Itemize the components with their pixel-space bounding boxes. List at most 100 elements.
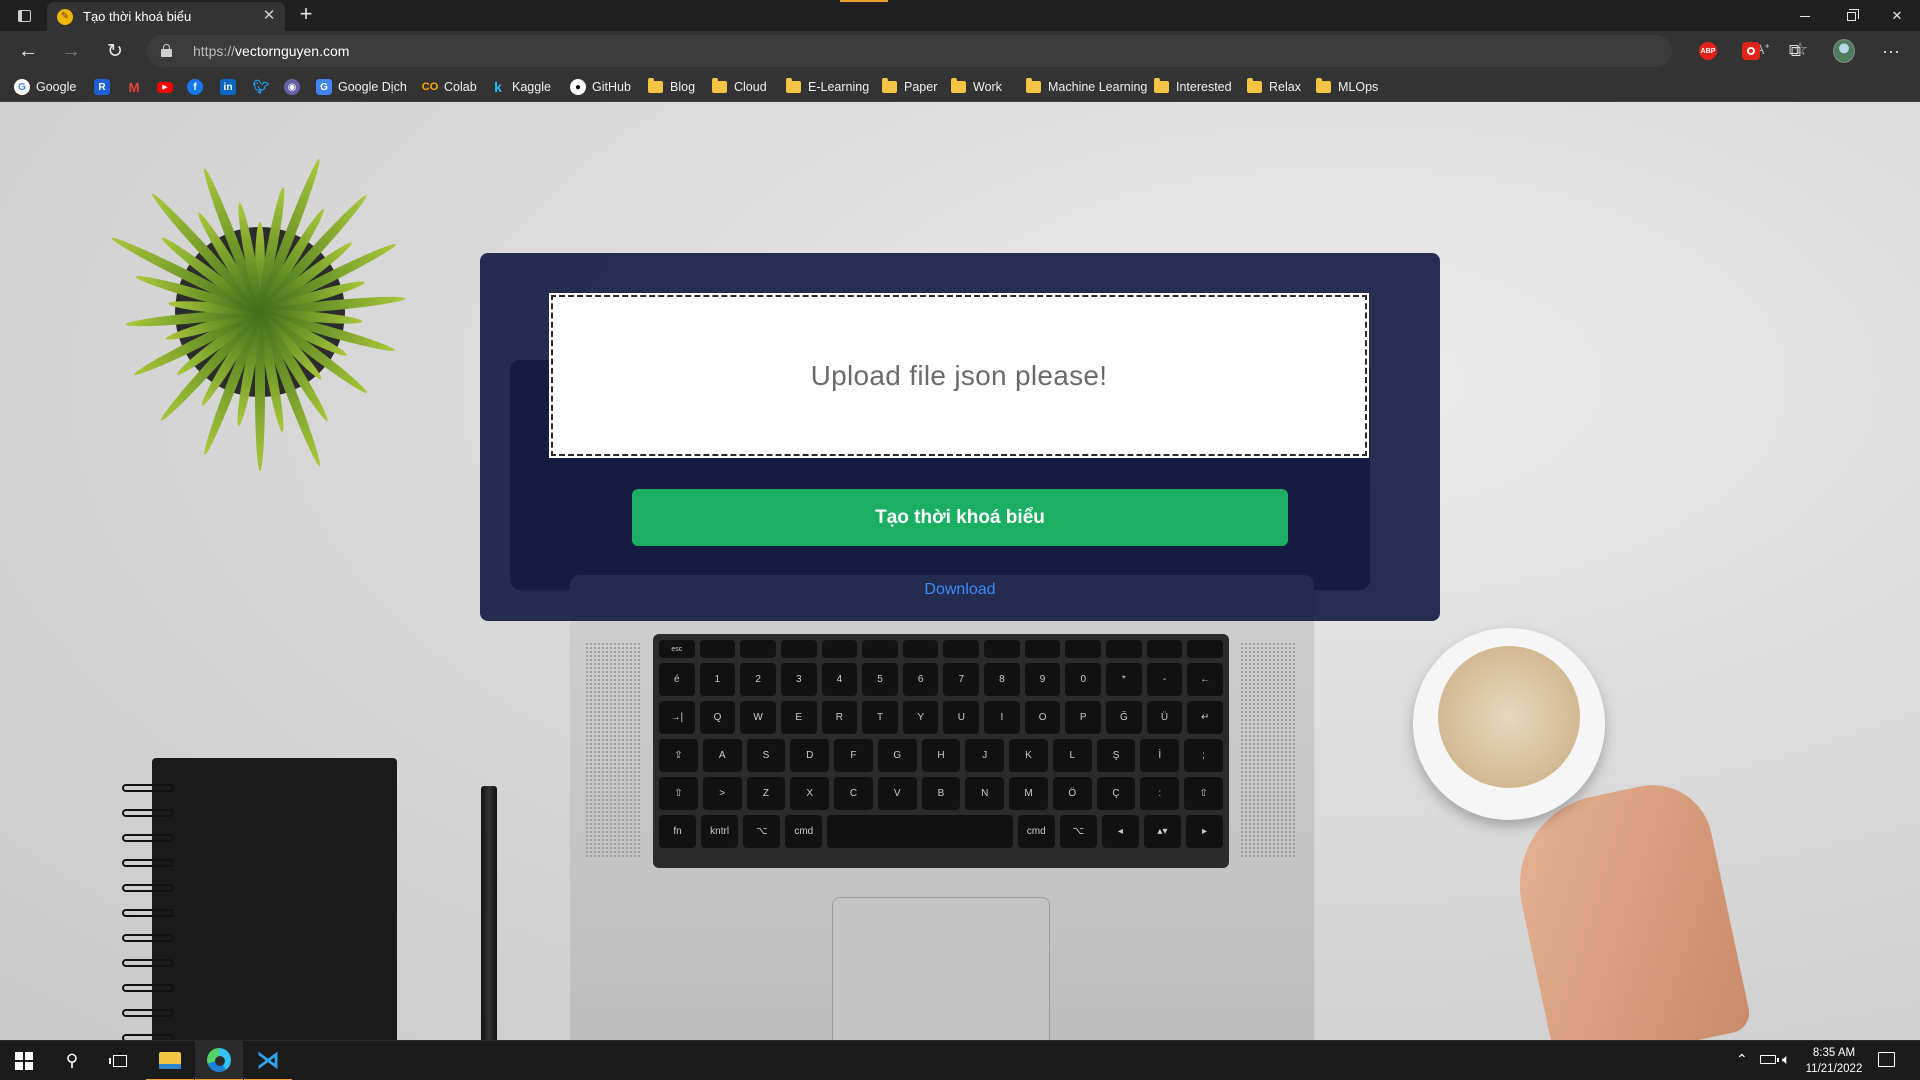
bookmark-messenger[interactable]: ◉	[284, 77, 306, 97]
bookmark-gmail[interactable]: M	[126, 77, 148, 97]
keyboard-row: →| Q W E R T Y U I O P Ğ Ü ↵	[659, 701, 1223, 734]
url-text[interactable]: https://vectornguyen.com	[193, 43, 349, 59]
keyboard-key: G	[877, 739, 917, 772]
keyboard-key: P	[1065, 701, 1102, 734]
start-button[interactable]	[0, 1041, 48, 1080]
keyboard-key	[1187, 640, 1223, 658]
keyboard-key: F	[834, 739, 873, 772]
bookmark-label: Machine Learning	[1048, 80, 1148, 94]
file-explorer-button[interactable]	[146, 1041, 194, 1080]
close-window-button[interactable]: ✕	[1874, 2, 1920, 30]
minimize-button[interactable]	[1782, 2, 1828, 30]
keyboard-key: 1	[699, 663, 736, 696]
bookmark-relax[interactable]: Relax	[1247, 77, 1301, 97]
bookmark-label: Relax	[1269, 80, 1301, 94]
bookmark-cloud[interactable]: Cloud	[712, 77, 767, 97]
folder-icon	[786, 78, 801, 93]
bookmark-work[interactable]: Work	[951, 77, 1002, 97]
edge-button[interactable]	[195, 1041, 243, 1080]
keyboard-key: ⇧	[1184, 777, 1223, 810]
keyboard-row: ⇪ A S D F G H J K L Ş İ;	[659, 739, 1223, 772]
bookmark-linkedin[interactable]: in	[220, 77, 242, 97]
bookmark-interested[interactable]: Interested	[1154, 77, 1232, 97]
url-host: vectornguyen.com	[235, 43, 350, 59]
folder-icon	[1026, 78, 1041, 93]
bookmark-paper[interactable]: Paper	[882, 77, 937, 97]
bookmark-github[interactable]: ● GitHub	[570, 77, 631, 97]
reload-button[interactable]: ↻	[100, 37, 130, 65]
tab-actions-icon	[17, 10, 31, 22]
notebook-ring	[122, 959, 174, 967]
new-tab-button[interactable]: +	[294, 3, 318, 27]
keyboard-key: cmd	[1017, 815, 1055, 848]
folder-icon	[1316, 78, 1331, 93]
keyboard-key: cmd	[785, 815, 823, 848]
keyboard-key: 5	[862, 663, 898, 696]
keyboard-key: E	[780, 701, 817, 734]
show-hidden-icons-chevron-icon[interactable]: ⌃	[1736, 1051, 1748, 1068]
keyboard-key: →|	[659, 701, 695, 734]
file-dropzone[interactable]: Upload file json please!	[549, 293, 1369, 458]
battery-icon[interactable]	[1760, 1055, 1779, 1064]
keyboard-key: 4	[821, 663, 858, 696]
tab-close-icon[interactable]: ✕	[261, 8, 277, 24]
profile-avatar[interactable]	[1833, 39, 1855, 63]
clock[interactable]: 8:35 AM 11/21/2022	[1804, 1045, 1864, 1077]
keyboard-key	[1146, 640, 1183, 658]
bookmark-facebook[interactable]: f	[187, 77, 209, 97]
linkedin-icon: in	[220, 79, 236, 95]
keyboard-key: Ç	[1096, 777, 1136, 810]
keyboard-key: 9	[1024, 663, 1061, 696]
notification-center-icon[interactable]	[1878, 1052, 1895, 1067]
keyboard-key: ↵	[1187, 701, 1223, 734]
record-extension-icon[interactable]	[1740, 40, 1762, 62]
keyboard-key: H	[921, 739, 961, 772]
window-accent-mark	[840, 0, 888, 2]
folder-icon	[1247, 78, 1262, 93]
bookmark-e-learning[interactable]: E-Learning	[786, 77, 869, 97]
tab-actions-button[interactable]	[10, 4, 38, 28]
clock-date: 11/21/2022	[1805, 1063, 1863, 1075]
bookmark-machine-learning[interactable]: Machine Learning	[1026, 77, 1147, 97]
tab-active[interactable]: ✎ Tạo thời khoá biểu ✕	[47, 2, 285, 31]
adblock-extension-icon[interactable]: ABP	[1697, 40, 1719, 62]
volume-icon[interactable]: 🔈︎	[1782, 1051, 1790, 1068]
search-button[interactable]: ⚲	[48, 1041, 96, 1080]
lock-icon[interactable]	[161, 44, 172, 57]
task-view-button[interactable]	[96, 1041, 144, 1080]
restore-icon	[1846, 8, 1859, 21]
keyboard-key: I	[984, 701, 1020, 734]
youtube-icon: ▶	[157, 81, 173, 93]
bookmark-label: Interested	[1176, 80, 1232, 94]
extensions-icon[interactable]: ⧉	[1784, 40, 1806, 62]
browser-toolbar: ← → ↻ https://vectornguyen.com Aᐩ ☆ ABP …	[0, 31, 1920, 71]
site-favicon-icon: ✎	[57, 8, 73, 25]
forward-button[interactable]: →	[56, 37, 86, 65]
bookmark-blog[interactable]: Blog	[648, 77, 695, 97]
bookmark-r-app[interactable]: R	[94, 77, 116, 97]
notebook-ring	[122, 784, 174, 792]
download-link[interactable]: Download	[480, 581, 1440, 599]
keyboard-key: Q	[699, 701, 736, 734]
bookmark-google-d-ch[interactable]: G Google Dịch	[316, 77, 407, 97]
bookmark-colab[interactable]: CO Colab	[422, 77, 477, 97]
r-app-icon: R	[94, 79, 110, 95]
create-timetable-button[interactable]: Tạo thời khoá biểu	[632, 489, 1288, 546]
bookmark-kaggle[interactable]: k Kaggle	[490, 77, 551, 97]
keyboard-key: 7	[943, 663, 980, 696]
bookmark-twitter[interactable]: 🐦︎	[253, 77, 275, 97]
restore-button[interactable]	[1828, 2, 1874, 30]
keyboard-key: J	[965, 739, 1005, 772]
keyboard-key: kntrl	[701, 815, 739, 848]
address-bar[interactable]: https://vectornguyen.com Aᐩ ☆	[147, 35, 1808, 67]
vscode-button[interactable]: ⋊	[244, 1041, 292, 1080]
bookmark-mlops[interactable]: MLOps	[1316, 77, 1378, 97]
more-menu-icon[interactable]: ···	[1880, 40, 1902, 62]
bookmark-youtube[interactable]: ▶	[157, 77, 179, 97]
tab-title: Tạo thời khoá biểu	[83, 9, 192, 24]
minimize-icon	[1800, 15, 1810, 17]
back-button[interactable]: ←	[13, 37, 43, 65]
bookmark-google[interactable]: G Google	[14, 77, 76, 97]
notebook-ring	[122, 809, 174, 817]
notebook-ring	[122, 909, 174, 917]
